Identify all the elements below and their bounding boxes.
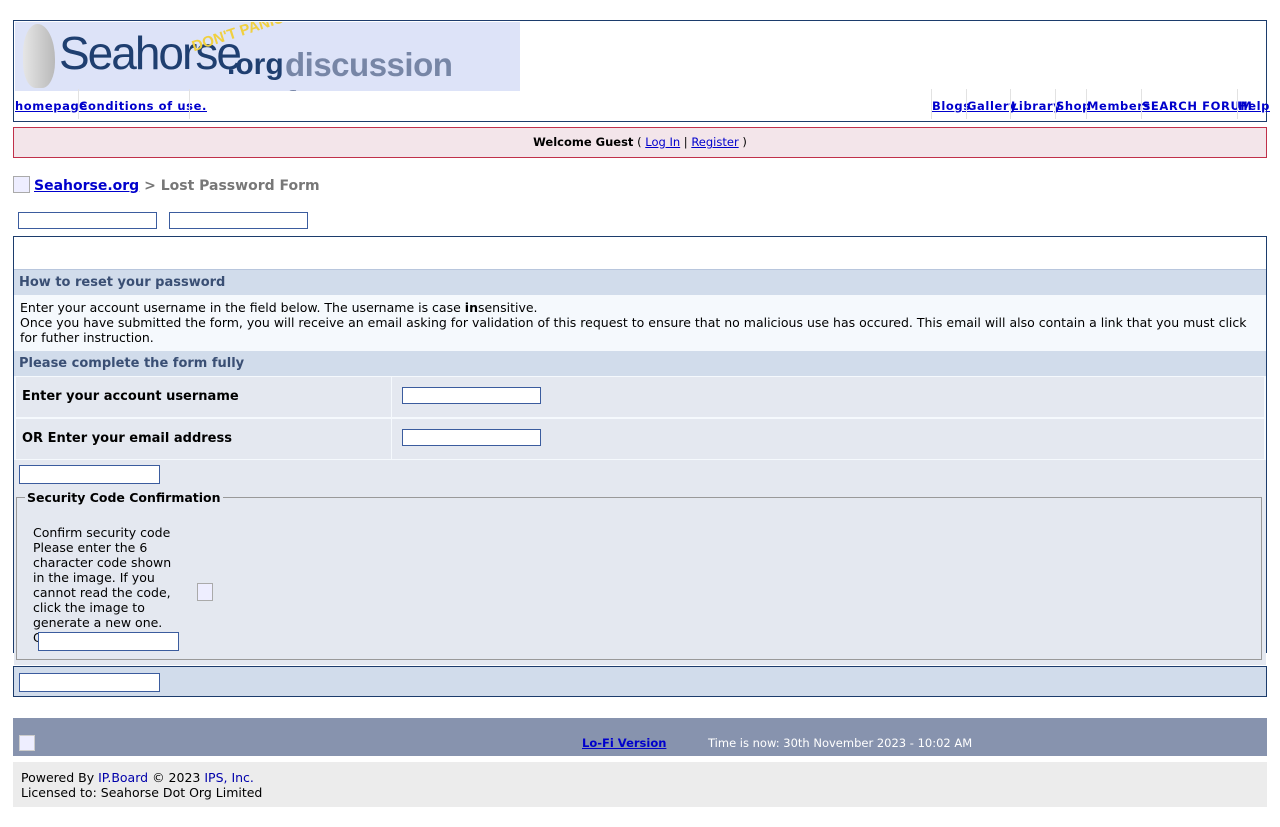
footer-bar: Lo-Fi Version Time is now: 30th November… — [13, 718, 1267, 756]
logo-subtitle: discussion forums — [285, 46, 453, 91]
captcha-input[interactable] — [38, 632, 179, 651]
site-header: Seahorse DON'T PANIC! .org discussion fo… — [13, 20, 1270, 122]
captcha-help: Please enter the 6 character code shown … — [33, 540, 172, 645]
complete-form-title: Please complete the form fully — [14, 351, 1266, 376]
email-cell — [392, 419, 1264, 459]
captcha-section: Security Code Confirmation Confirm secur… — [14, 460, 1266, 665]
user-bar: Welcome Guest ( Log In | Register ) — [13, 127, 1267, 158]
paren-close: ) — [742, 135, 747, 149]
ipboard-link[interactable]: IP.Board — [98, 770, 148, 785]
email-row: OR Enter your email address — [14, 418, 1266, 460]
instructions-line1-bold: in — [464, 300, 478, 315]
nav-search-forum[interactable]: SEARCH FORUM — [1142, 99, 1252, 113]
nav-divider — [189, 89, 190, 119]
breadcrumb-separator: > — [144, 178, 156, 194]
ips-link[interactable]: IPS, Inc. — [204, 770, 254, 785]
captcha-image[interactable] — [197, 583, 213, 601]
captcha-toggle-button[interactable] — [19, 465, 160, 484]
paren-open: ( — [637, 135, 642, 149]
username-label: Enter your account username — [16, 377, 391, 417]
nav-blogs[interactable]: Blogs — [932, 99, 971, 113]
form-header-space — [14, 237, 1266, 270]
submit-bar — [13, 666, 1267, 697]
copyright-text: Powered By IP.Board © 2023 IPS, Inc. Lic… — [21, 770, 262, 800]
instructions-line1-b: sensitive. — [477, 300, 538, 315]
lost-password-form: How to reset your password Enter your ac… — [13, 236, 1267, 665]
breadcrumb-home-link[interactable]: Seahorse.org — [34, 178, 139, 194]
current-time: Time is now: 30th November 2023 - 10:02 … — [708, 736, 973, 750]
section-title: How to reset your password — [14, 270, 1266, 295]
email-label: OR Enter your email address — [16, 419, 391, 459]
lofi-version-link[interactable]: Lo-Fi Version — [582, 736, 666, 750]
email-input[interactable] — [402, 429, 541, 446]
breadcrumb: Seahorse.org > Lost Password Form — [13, 176, 320, 194]
logo-tld: .org — [227, 48, 284, 81]
nav-homepage[interactable]: homepage — [15, 99, 88, 113]
welcome-text: Welcome Guest — [533, 135, 634, 149]
site-logo[interactable]: Seahorse DON'T PANIC! .org discussion fo… — [15, 22, 520, 91]
instructions-line1-a: Enter your account username in the field… — [20, 300, 465, 315]
rss-icon[interactable] — [19, 735, 35, 751]
link-separator: | — [683, 135, 688, 149]
captcha-title: Confirm security code — [33, 525, 171, 540]
powered-by: Powered By — [21, 770, 95, 785]
register-link[interactable]: Register — [691, 135, 738, 149]
username-input[interactable] — [402, 387, 541, 404]
captcha-legend: Security Code Confirmation — [27, 490, 221, 505]
login-link[interactable]: Log In — [645, 135, 680, 149]
captcha-fieldset: Security Code Confirmation Confirm secur… — [16, 490, 1262, 660]
toolbar-button-2[interactable] — [169, 212, 308, 229]
license-text: Licensed to: Seahorse Dot Org Limited — [21, 785, 263, 800]
instructions-line2: Once you have submitted the form, you wi… — [20, 315, 1247, 345]
form-fields: Enter your account username OR Enter you… — [14, 376, 1266, 460]
username-row: Enter your account username — [14, 376, 1266, 418]
nav-help[interactable]: Help — [1238, 99, 1270, 113]
breadcrumb-current: Lost Password Form — [160, 178, 320, 194]
seahorse-icon — [23, 24, 55, 88]
submit-button[interactable] — [19, 673, 160, 692]
toolbar-button-1[interactable] — [18, 212, 157, 229]
nav-conditions[interactable]: Conditions of use. — [79, 99, 207, 113]
copyright-year: © 2023 — [152, 770, 201, 785]
username-cell — [392, 377, 1264, 417]
nav-arrow-icon — [13, 176, 30, 193]
nav-library[interactable]: Library — [1011, 99, 1061, 113]
instructions: Enter your account username in the field… — [14, 295, 1266, 351]
copyright: Powered By IP.Board © 2023 IPS, Inc. Lic… — [13, 762, 1267, 807]
captcha-instructions: Confirm security code Please enter the 6… — [33, 525, 183, 645]
